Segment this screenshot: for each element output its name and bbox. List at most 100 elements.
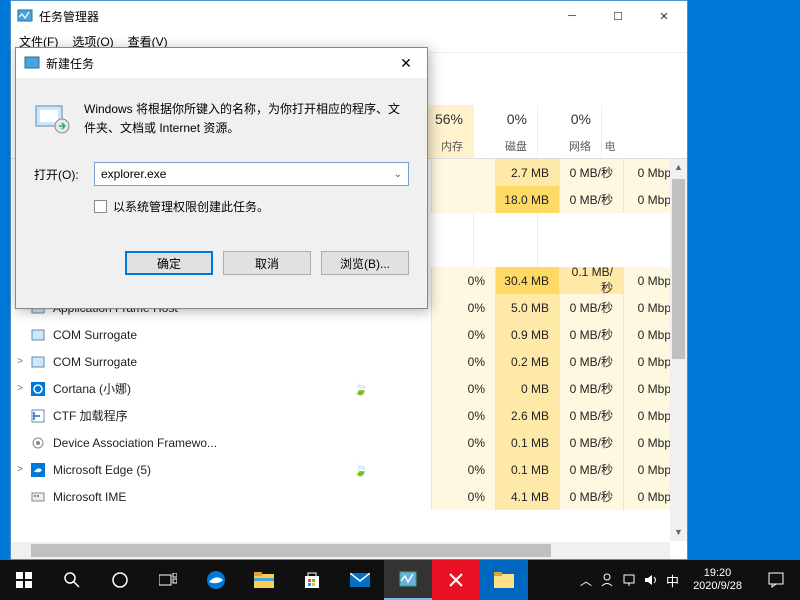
taskbar-explorer[interactable] [240, 560, 288, 600]
new-task-dialog: 新建任务 ✕ Windows 将根据你所键入的名称，为你打开相应的程序、文件夹、… [15, 47, 428, 309]
close-button[interactable]: ✕ [641, 1, 687, 31]
cell-memory: 0.1 MB [495, 429, 559, 456]
col-disk[interactable]: 0%磁盘 [473, 105, 537, 158]
admin-label: 以系统管理权限创建此任务。 [113, 198, 269, 215]
cell-disk: 0 MB/秒 [559, 429, 623, 456]
start-button[interactable] [0, 560, 48, 600]
tray-volume-icon[interactable] [644, 573, 658, 587]
cell-disk: 0 MB/秒 [559, 348, 623, 375]
cell-disk: 0 MB/秒 [559, 483, 623, 510]
cell-memory: 0.9 MB [495, 321, 559, 348]
process-name: COM Surrogate [53, 328, 353, 342]
expand-icon[interactable]: > [11, 383, 29, 394]
table-row[interactable]: Microsoft IME0%4.1 MB0 MB/秒0 Mbps [11, 483, 687, 510]
cell-disk: 0.1 MB/秒 [559, 267, 623, 294]
cell-cpu: 0% [431, 375, 495, 402]
process-name: Device Association Framewo... [53, 436, 353, 450]
table-row[interactable]: >COM Surrogate0%0.2 MB0 MB/秒0 Mbps [11, 348, 687, 375]
tray-notifications[interactable] [756, 560, 796, 600]
cortana-button[interactable] [96, 560, 144, 600]
process-name: Cortana (小娜) [53, 380, 353, 397]
process-icon [29, 462, 47, 478]
maximize-button[interactable]: ☐ [595, 1, 641, 31]
process-icon [29, 327, 47, 343]
tray-people-icon[interactable] [600, 573, 614, 587]
cell-memory: 2.6 MB [495, 402, 559, 429]
tray-ime[interactable]: 中 [666, 571, 679, 590]
dialog-description: Windows 将根据你所键入的名称，为你打开相应的程序、文件夹、文档或 Int… [84, 100, 409, 138]
table-row[interactable]: >Cortana (小娜)🍃0%0 MB0 MB/秒0 Mbps [11, 375, 687, 402]
cell-disk: 0 MB/秒 [559, 402, 623, 429]
tray-network-icon[interactable] [622, 573, 636, 587]
table-row[interactable]: Device Association Framewo... 0%0.1 MB0 M… [11, 429, 687, 456]
titlebar: 任务管理器 ─ ☐ ✕ [11, 1, 687, 31]
admin-checkbox[interactable] [94, 200, 107, 213]
process-name: Microsoft Edge (5) [53, 463, 353, 477]
taskbar-mail[interactable] [336, 560, 384, 600]
search-button[interactable] [48, 560, 96, 600]
dialog-titlebar: 新建任务 ✕ [16, 48, 427, 78]
process-name: CTF 加载程序 [53, 407, 353, 424]
expand-icon[interactable]: > [11, 356, 29, 367]
cell-memory: 18.0 MB [495, 186, 559, 213]
ok-button[interactable]: 确定 [125, 251, 213, 275]
browse-button[interactable]: 浏览(B)... [321, 251, 409, 275]
run-icon [34, 100, 70, 136]
taskmgr-icon [17, 8, 33, 24]
task-view-button[interactable] [144, 560, 192, 600]
cell-cpu: 0% [431, 348, 495, 375]
open-combobox[interactable]: explorer.exe ⌄ [94, 162, 409, 186]
cell-disk: 0 MB/秒 [559, 456, 623, 483]
dialog-icon [24, 55, 40, 71]
dialog-close-button[interactable]: ✕ [385, 48, 427, 78]
system-tray: ︿ 中 19:20 2020/9/28 [580, 560, 800, 600]
process-icon [29, 435, 47, 451]
table-row[interactable]: CTF 加载程序0%2.6 MB0 MB/秒0 Mbps [11, 402, 687, 429]
cell-cpu [431, 159, 495, 186]
minimize-button[interactable]: ─ [549, 1, 595, 31]
vertical-scrollbar[interactable]: ▲▼ [670, 159, 687, 541]
cell-cpu: 0% [431, 456, 495, 483]
chevron-down-icon: ⌄ [394, 169, 402, 180]
cell-memory: 0.1 MB [495, 456, 559, 483]
expand-icon[interactable]: > [11, 464, 29, 475]
cell-disk: 0 MB/秒 [559, 159, 623, 186]
horizontal-scrollbar[interactable] [11, 542, 670, 559]
cell-disk: 0 MB/秒 [559, 294, 623, 321]
cell-disk: 0 MB/秒 [559, 186, 623, 213]
process-icon [29, 408, 47, 424]
leaf-icon: 🍃 [353, 382, 367, 396]
process-icon [29, 381, 47, 397]
cell-cpu: 0% [431, 402, 495, 429]
open-value: explorer.exe [101, 167, 166, 181]
cell-memory: 2.7 MB [495, 159, 559, 186]
cell-disk: 0 MB/秒 [559, 375, 623, 402]
table-row[interactable]: COM Surrogate0%0.9 MB0 MB/秒0 Mbps [11, 321, 687, 348]
leaf-icon: 🍃 [353, 463, 367, 477]
cell-memory: 30.4 MB [495, 267, 559, 294]
tray-chevron-up-icon[interactable]: ︿ [580, 572, 592, 589]
process-name: Microsoft IME [53, 490, 353, 504]
cell-cpu: 0% [431, 294, 495, 321]
window-title: 任务管理器 [39, 8, 549, 25]
tray-clock[interactable]: 19:20 2020/9/28 [687, 567, 748, 593]
cancel-button[interactable]: 取消 [223, 251, 311, 275]
cell-cpu: 0% [431, 429, 495, 456]
taskbar-store[interactable] [288, 560, 336, 600]
open-label: 打开(O): [34, 166, 86, 183]
taskbar-explorer-active[interactable] [480, 560, 528, 600]
process-name: COM Surrogate [53, 355, 353, 369]
cell-memory: 0 MB [495, 375, 559, 402]
taskbar-edge[interactable] [192, 560, 240, 600]
dialog-title: 新建任务 [46, 55, 385, 72]
cell-memory: 5.0 MB [495, 294, 559, 321]
cell-cpu [431, 186, 495, 213]
process-icon [29, 489, 47, 505]
table-row[interactable]: >Microsoft Edge (5)🍃0%0.1 MB0 MB/秒0 Mbps [11, 456, 687, 483]
cell-memory: 0.2 MB [495, 348, 559, 375]
process-icon [29, 354, 47, 370]
taskbar-taskmgr[interactable] [384, 560, 432, 600]
col-network[interactable]: 0%网络 [537, 105, 601, 158]
taskbar-close-app[interactable] [432, 560, 480, 600]
cell-memory: 4.1 MB [495, 483, 559, 510]
